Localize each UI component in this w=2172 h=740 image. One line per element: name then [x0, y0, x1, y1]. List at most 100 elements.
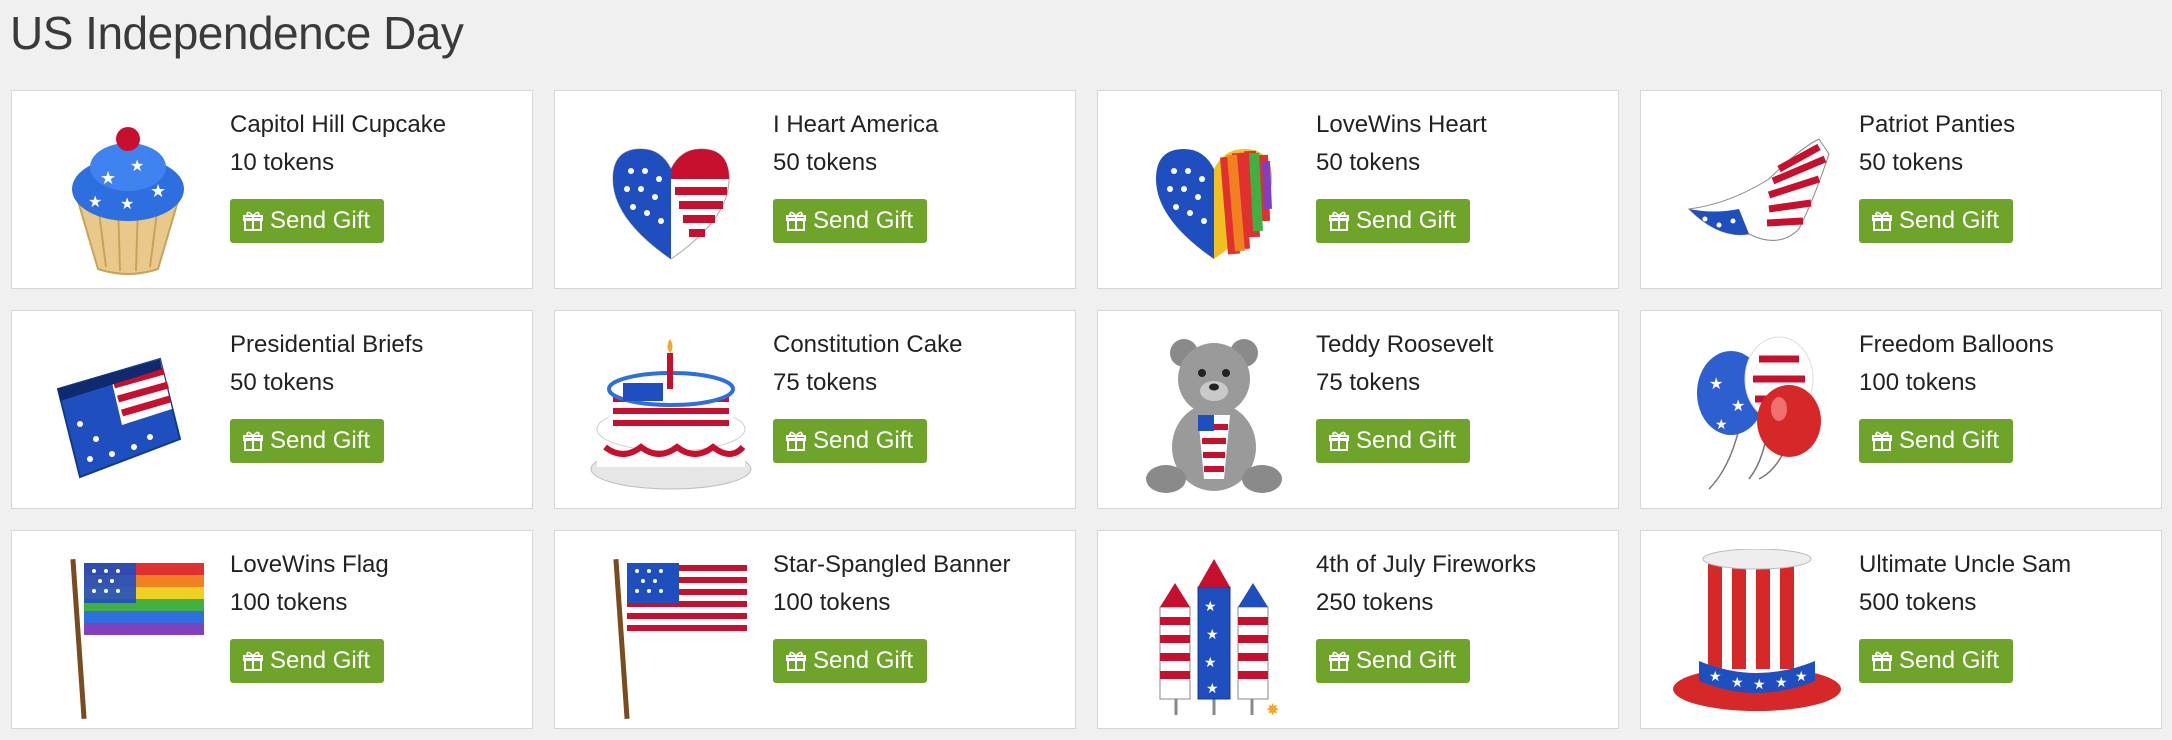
send-gift-label: Send Gift: [1356, 207, 1457, 234]
send-gift-button[interactable]: Send Gift: [1316, 199, 1471, 243]
flag-heart-icon[interactable]: [583, 109, 759, 279]
send-gift-label: Send Gift: [1899, 427, 2000, 454]
gift-name: 4th of July Fireworks: [1316, 551, 1537, 578]
gift-name: Ultimate Uncle Sam: [1859, 551, 2072, 578]
gift-price: 50 tokens: [773, 149, 878, 176]
gift-name: Presidential Briefs: [230, 331, 424, 358]
send-gift-button[interactable]: Send Gift: [773, 419, 928, 463]
gift-icon: [1329, 431, 1349, 451]
gift-card: LoveWins Heart 50 tokens Send Gift: [1097, 90, 1619, 289]
svg-text:★: ★: [120, 196, 134, 213]
us-flag-icon[interactable]: [583, 549, 759, 719]
send-gift-button[interactable]: Send Gift: [1316, 419, 1471, 463]
svg-text:★: ★: [1775, 674, 1788, 690]
send-gift-label: Send Gift: [1899, 207, 2000, 234]
gift-name: I Heart America: [773, 111, 939, 138]
gift-price: 100 tokens: [230, 589, 348, 616]
panties-icon[interactable]: [1669, 109, 1845, 279]
cake-icon[interactable]: [583, 329, 759, 499]
rainbow-flag-icon[interactable]: [40, 549, 216, 719]
send-gift-label: Send Gift: [270, 427, 371, 454]
send-gift-label: Send Gift: [270, 207, 371, 234]
svg-text:★: ★: [1206, 680, 1219, 696]
send-gift-button[interactable]: Send Gift: [773, 639, 928, 683]
svg-text:★: ★: [1715, 416, 1728, 432]
svg-text:★: ★: [100, 168, 116, 188]
gift-icon: [243, 431, 263, 451]
gift-name: LoveWins Heart: [1316, 111, 1487, 138]
gift-price: 100 tokens: [1859, 369, 1977, 396]
gift-price: 75 tokens: [773, 369, 878, 396]
balloons-icon[interactable]: ★ ★ ★: [1669, 329, 1845, 499]
svg-text:✸: ✸: [1266, 702, 1279, 719]
svg-text:★: ★: [1206, 626, 1219, 642]
rainbow-heart-icon[interactable]: [1126, 109, 1302, 279]
svg-text:★: ★: [1709, 376, 1723, 393]
gift-price: 50 tokens: [1859, 149, 1964, 176]
gift-name: Constitution Cake: [773, 331, 963, 358]
send-gift-button[interactable]: Send Gift: [1859, 639, 2014, 683]
gift-price: 50 tokens: [1316, 149, 1421, 176]
gift-price: 75 tokens: [1316, 369, 1421, 396]
gift-icon: [1329, 211, 1349, 231]
gift-icon: [1872, 651, 1892, 671]
svg-text:★: ★: [1709, 668, 1722, 684]
gift-icon: [786, 211, 806, 231]
svg-text:★: ★: [1204, 598, 1217, 614]
send-gift-label: Send Gift: [813, 427, 914, 454]
gift-icon: [1872, 431, 1892, 451]
gift-name: Capitol Hill Cupcake: [230, 111, 447, 138]
svg-text:★: ★: [1204, 654, 1217, 670]
gift-icon: [786, 651, 806, 671]
svg-text:★: ★: [88, 194, 102, 211]
gift-card: ★ ★ ★ ★ ★ Ultimate Uncle Sam 500 tokens Send…: [1640, 530, 2162, 729]
gift-price: 250 tokens: [1316, 589, 1434, 616]
gift-name: Patriot Panties: [1859, 111, 2016, 138]
gift-icon: [1329, 651, 1349, 671]
send-gift-label: Send Gift: [1899, 647, 2000, 674]
svg-text:★: ★: [1795, 668, 1808, 684]
send-gift-label: Send Gift: [813, 207, 914, 234]
gift-name: LoveWins Flag: [230, 551, 389, 578]
svg-text:★: ★: [150, 181, 166, 201]
gift-icon: [243, 211, 263, 231]
send-gift-button[interactable]: Send Gift: [1859, 419, 2014, 463]
send-gift-label: Send Gift: [813, 647, 914, 674]
send-gift-button[interactable]: Send Gift: [1859, 199, 2014, 243]
gift-card: ★ ★ ★ ★ ✸ 4th of July Fireworks 250 tokens …: [1097, 530, 1619, 729]
svg-text:★: ★: [1753, 676, 1766, 692]
gift-card: I Heart America 50 tokens Send Gift: [554, 90, 1076, 289]
gift-price: 50 tokens: [230, 369, 335, 396]
gift-price: 100 tokens: [773, 589, 891, 616]
gift-name: Star-Spangled Banner: [773, 551, 1011, 578]
uncle-sam-hat-icon[interactable]: ★ ★ ★ ★ ★: [1669, 549, 1845, 719]
teddy-bear-icon[interactable]: [1126, 329, 1302, 499]
gift-name: Teddy Roosevelt: [1316, 331, 1494, 358]
gift-card: LoveWins Flag 100 tokens Send Gift: [11, 530, 533, 729]
gift-card: Constitution Cake 75 tokens Send Gift: [554, 310, 1076, 509]
send-gift-label: Send Gift: [1356, 647, 1457, 674]
gift-icon: [786, 431, 806, 451]
gift-card: Patriot Panties 50 tokens Send Gift: [1640, 90, 2162, 289]
gift-grid: ★ ★ ★ ★ ★ Capitol Hill Cupcake 10 tokens…: [11, 90, 2162, 729]
send-gift-button[interactable]: Send Gift: [773, 199, 928, 243]
send-gift-label: Send Gift: [270, 647, 371, 674]
cupcake-icon[interactable]: ★ ★ ★ ★ ★: [40, 109, 216, 279]
gift-icon: [1872, 211, 1892, 231]
send-gift-button[interactable]: Send Gift: [230, 199, 385, 243]
fireworks-icon[interactable]: ★ ★ ★ ★ ✸: [1126, 549, 1302, 719]
send-gift-label: Send Gift: [1356, 427, 1457, 454]
send-gift-button[interactable]: Send Gift: [1316, 639, 1471, 683]
svg-text:★: ★: [1731, 398, 1745, 415]
gift-card: ★ ★ ★ ★ ★ Capitol Hill Cupcake 10 tokens…: [11, 90, 533, 289]
gift-card: Star-Spangled Banner 100 tokens Send Gif…: [554, 530, 1076, 729]
gift-price: 500 tokens: [1859, 589, 1977, 616]
gift-name: Freedom Balloons: [1859, 331, 2054, 358]
gift-card: ★ ★ ★ Freedom Balloons 100 tokens Send Gif…: [1640, 310, 2162, 509]
gift-card: Presidential Briefs 50 tokens Send Gift: [11, 310, 533, 509]
gift-price: 10 tokens: [230, 149, 335, 176]
send-gift-button[interactable]: Send Gift: [230, 639, 385, 683]
briefs-icon[interactable]: [40, 329, 216, 499]
send-gift-button[interactable]: Send Gift: [230, 419, 385, 463]
gift-card: Teddy Roosevelt 75 tokens Send Gift: [1097, 310, 1619, 509]
